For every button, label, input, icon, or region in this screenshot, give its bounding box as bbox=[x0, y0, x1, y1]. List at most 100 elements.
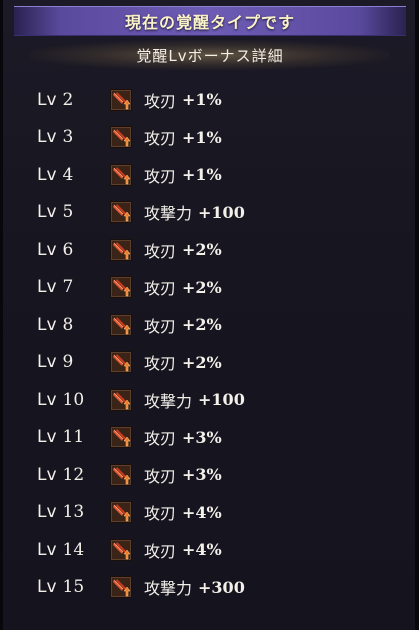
level-prefix: Lv bbox=[37, 539, 57, 560]
sword-up-arrow-icon bbox=[110, 501, 132, 524]
bonus-value: +2% bbox=[182, 352, 222, 372]
bonus-row: Lv 4 攻刃 +1% bbox=[28, 156, 398, 194]
level-label: Lv 9 bbox=[28, 352, 110, 372]
bonus-name: 攻刃 bbox=[144, 91, 177, 111]
bonus-value: +1% bbox=[182, 165, 222, 185]
level-prefix: Lv bbox=[37, 427, 57, 448]
sword-up-arrow-icon bbox=[110, 351, 132, 374]
bonus-value: +2% bbox=[182, 240, 222, 260]
level-label: Lv 13 bbox=[28, 502, 110, 522]
bonus-row: Lv 8 攻刃 +2% bbox=[28, 306, 398, 344]
section-title: 覚醒Lvボーナス詳細 bbox=[136, 46, 284, 65]
level-number: 5 bbox=[62, 202, 74, 223]
bonus-row: Lv 13 攻刃 +4% bbox=[28, 494, 398, 532]
level-label: Lv 3 bbox=[28, 127, 110, 147]
bonus-name: 攻撃力 bbox=[144, 391, 193, 411]
level-number: 3 bbox=[62, 127, 74, 148]
level-number: 2 bbox=[62, 89, 74, 110]
bonus-value: +3% bbox=[182, 427, 222, 447]
bonus-value: +2% bbox=[182, 277, 222, 297]
awakening-bonus-section-header: 覚醒Lvボーナス詳細 bbox=[30, 40, 390, 70]
bonus-value: +300 bbox=[198, 577, 245, 597]
sword-up-arrow-icon bbox=[110, 388, 132, 411]
current-awakening-type-label: 現在の覚醒タイプです bbox=[124, 13, 295, 32]
level-label: Lv 10 bbox=[28, 390, 110, 410]
bonus-value: +3% bbox=[182, 465, 222, 485]
level-label: Lv 7 bbox=[28, 277, 110, 297]
bonus-name: 攻刃 bbox=[144, 429, 177, 449]
level-prefix: Lv bbox=[37, 127, 57, 148]
bonus-row: Lv 6 攻刃 +2% bbox=[28, 231, 398, 269]
bonus-row: Lv 9 攻刃 +2% bbox=[28, 344, 398, 382]
level-label: Lv 2 bbox=[28, 90, 110, 110]
bonus-row: Lv 3 攻刃 +1% bbox=[28, 119, 398, 157]
bonus-name: 攻撃力 bbox=[144, 204, 193, 224]
bonus-row: Lv 10 攻撃力 +100 bbox=[28, 381, 398, 419]
level-label: Lv 11 bbox=[28, 427, 110, 447]
bonus-name: 攻撃力 bbox=[144, 579, 193, 599]
bonus-row: Lv 11 攻刃 +3% bbox=[28, 419, 398, 457]
level-prefix: Lv bbox=[37, 502, 57, 523]
bonus-name: 攻刃 bbox=[144, 541, 177, 561]
bonus-value: +4% bbox=[182, 540, 222, 560]
bonus-row: Lv 2 攻刃 +1% bbox=[28, 81, 398, 119]
bonus-list: Lv 2 攻刃 +1% Lv 3 攻刃 +1% Lv 4 攻刃 +1% Lv 5… bbox=[28, 81, 398, 606]
bonus-value: +1% bbox=[182, 90, 222, 110]
level-prefix: Lv bbox=[37, 164, 57, 185]
sword-up-arrow-icon bbox=[110, 88, 132, 111]
bonus-value: +1% bbox=[182, 127, 222, 147]
level-number: 15 bbox=[62, 577, 85, 598]
sword-up-arrow-icon bbox=[110, 426, 132, 449]
sword-up-arrow-icon bbox=[110, 276, 132, 299]
level-prefix: Lv bbox=[37, 239, 57, 260]
level-number: 9 bbox=[62, 352, 74, 373]
sword-up-arrow-icon bbox=[110, 463, 132, 486]
bonus-value: +100 bbox=[198, 202, 245, 222]
bonus-row: Lv 15 攻撃力 +300 bbox=[28, 569, 398, 607]
sword-up-arrow-icon bbox=[110, 201, 132, 224]
bonus-name: 攻刃 bbox=[144, 466, 177, 486]
level-prefix: Lv bbox=[37, 89, 57, 110]
bonus-name: 攻刃 bbox=[144, 241, 177, 261]
level-prefix: Lv bbox=[37, 314, 57, 335]
level-label: Lv 8 bbox=[28, 315, 110, 335]
bonus-value: +100 bbox=[198, 390, 245, 410]
level-prefix: Lv bbox=[37, 464, 57, 485]
level-prefix: Lv bbox=[37, 389, 57, 410]
sword-up-arrow-icon bbox=[110, 576, 132, 599]
level-number: 12 bbox=[62, 464, 85, 485]
sword-up-arrow-icon bbox=[110, 163, 132, 186]
level-prefix: Lv bbox=[37, 277, 57, 298]
level-prefix: Lv bbox=[37, 352, 57, 373]
level-label: Lv 15 bbox=[28, 577, 110, 597]
sword-up-arrow-icon bbox=[110, 313, 132, 336]
level-label: Lv 5 bbox=[28, 202, 110, 222]
bonus-value: +2% bbox=[182, 315, 222, 335]
current-awakening-type-banner: 現在の覚醒タイプです bbox=[14, 6, 406, 36]
sword-up-arrow-icon bbox=[110, 126, 132, 149]
level-number: 14 bbox=[62, 539, 85, 560]
level-number: 10 bbox=[62, 389, 85, 410]
level-label: Lv 14 bbox=[28, 540, 110, 560]
level-number: 13 bbox=[62, 502, 85, 523]
sword-up-arrow-icon bbox=[110, 238, 132, 261]
awakening-bonus-panel: 現在の覚醒タイプです 覚醒Lvボーナス詳細 Lv 2 攻刃 +1% Lv 3 攻… bbox=[0, 0, 419, 630]
sword-up-arrow-icon bbox=[110, 538, 132, 561]
bonus-name: 攻刃 bbox=[144, 279, 177, 299]
bonus-row: Lv 14 攻刃 +4% bbox=[28, 531, 398, 569]
level-label: Lv 12 bbox=[28, 465, 110, 485]
bonus-name: 攻刃 bbox=[144, 504, 177, 524]
level-number: 7 bbox=[62, 277, 74, 298]
level-number: 8 bbox=[62, 314, 74, 335]
level-prefix: Lv bbox=[37, 202, 57, 223]
bonus-name: 攻刃 bbox=[144, 166, 177, 186]
bonus-row: Lv 12 攻刃 +3% bbox=[28, 456, 398, 494]
level-prefix: Lv bbox=[37, 577, 57, 598]
bonus-name: 攻刃 bbox=[144, 129, 177, 149]
bonus-row: Lv 7 攻刃 +2% bbox=[28, 269, 398, 307]
bonus-row: Lv 5 攻撃力 +100 bbox=[28, 194, 398, 232]
level-number: 4 bbox=[62, 164, 74, 185]
level-number: 11 bbox=[62, 427, 85, 448]
bonus-name: 攻刃 bbox=[144, 316, 177, 336]
level-label: Lv 4 bbox=[28, 165, 110, 185]
